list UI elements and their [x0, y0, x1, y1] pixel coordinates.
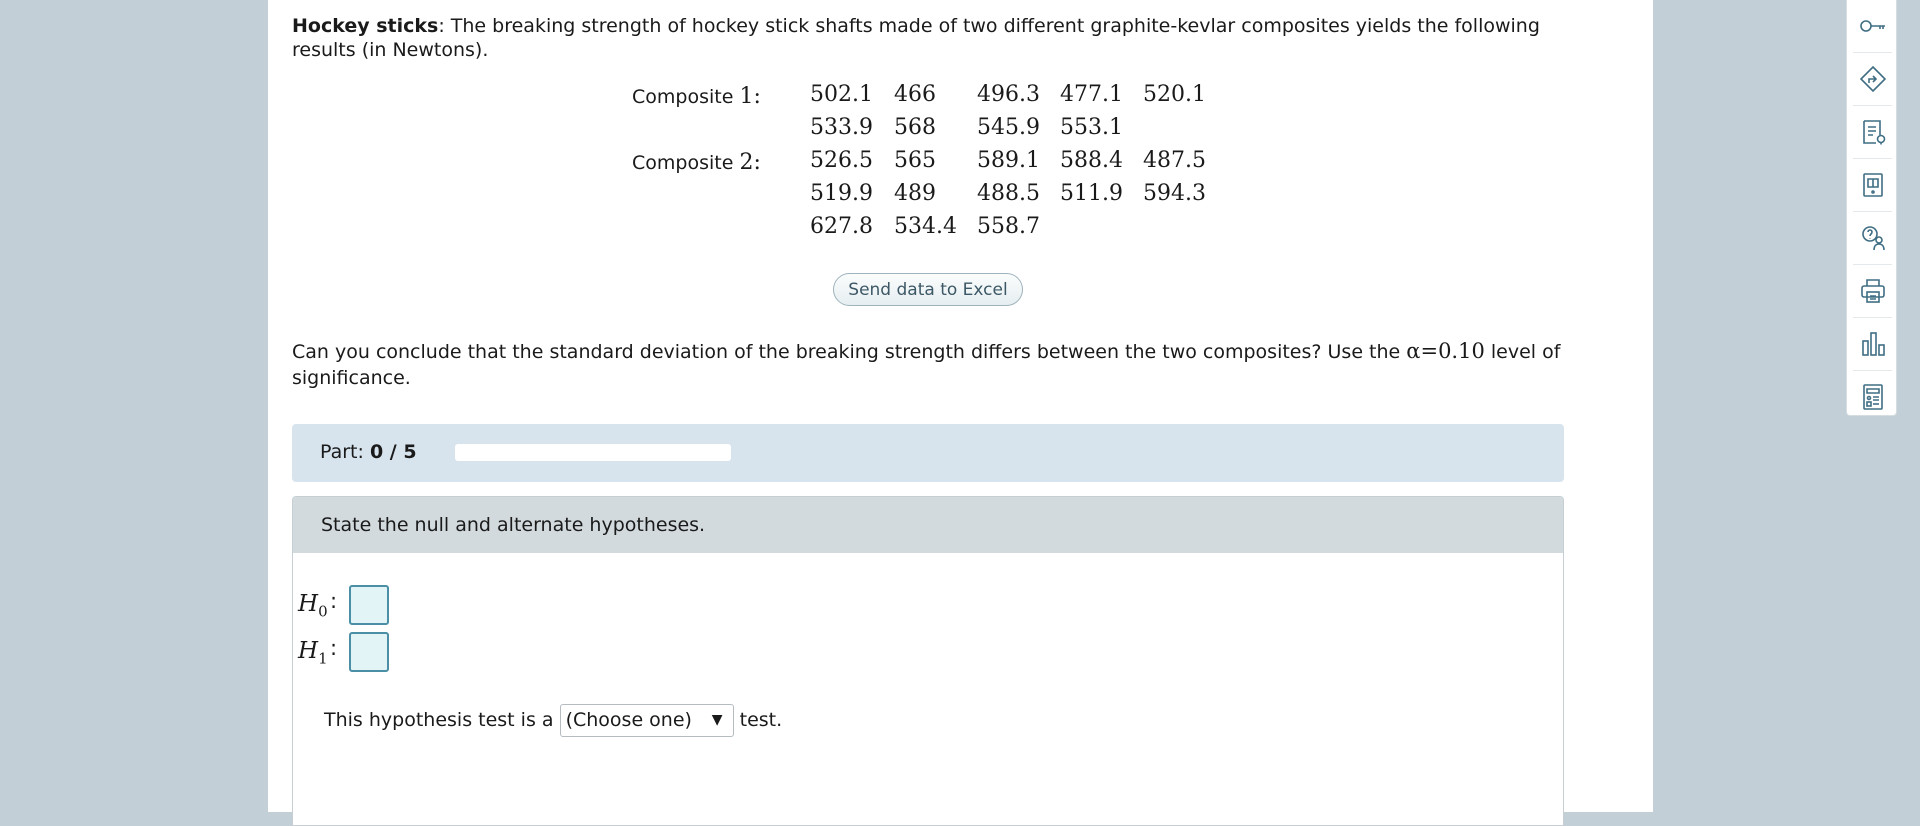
test-type-line: This hypothesis test is a (Choose one) ▼ … [324, 704, 782, 737]
table-cell: 466 [894, 82, 936, 107]
tool-sidebar [1846, 0, 1897, 416]
table-cell: 488.5 [977, 181, 1040, 206]
send-to-excel-button[interactable]: Send data to Excel [833, 273, 1023, 306]
h1-symbol: H1 [298, 638, 328, 668]
table-cell: 627.8 [810, 214, 873, 239]
calculator-icon[interactable] [1853, 371, 1892, 423]
step-panel: State the null and alternate hypotheses. [292, 496, 1564, 826]
table-cell: 477.1 [1060, 82, 1123, 107]
table-cell: 565 [894, 148, 936, 173]
table-cell: 545.9 [977, 115, 1040, 140]
alpha-symbol: α [1406, 339, 1421, 363]
notes-icon[interactable] [1853, 106, 1892, 159]
h0-symbol: H0 [298, 591, 328, 621]
problem-title: Hockey sticks [292, 15, 439, 37]
ebook-icon[interactable] [1853, 159, 1892, 212]
part-label: Part: 0 / 5 [320, 441, 417, 463]
table-cell: 553.1 [1060, 115, 1123, 140]
problem-statement: Hockey sticks: The breaking strength of … [292, 14, 1582, 62]
part-count: 0 / 5 [369, 441, 417, 463]
table-cell: 589.1 [977, 148, 1040, 173]
directions-icon[interactable] [1853, 53, 1892, 106]
key-icon[interactable] [1853, 0, 1892, 53]
test-type-select[interactable]: (Choose one) ▼ [559, 704, 734, 737]
table-cell: 511.9 [1060, 181, 1123, 206]
table-cell: 502.1 [810, 82, 873, 107]
table-cell: 568 [894, 115, 936, 140]
table-cell: 496.3 [977, 82, 1040, 107]
table-cell: 588.4 [1060, 148, 1123, 173]
table-cell: 594.3 [1143, 181, 1206, 206]
alternate-hypothesis-input[interactable] [349, 632, 389, 672]
progress-track [455, 444, 731, 461]
help-person-icon[interactable] [1853, 212, 1892, 265]
step-heading: State the null and alternate hypotheses. [293, 497, 1563, 553]
problem-text: : The breaking strength of hockey stick … [292, 15, 1540, 61]
question-text: Can you conclude that the standard devia… [292, 339, 1561, 389]
table-cell: 487.5 [1143, 148, 1206, 173]
table-cell: 558.7 [977, 214, 1040, 239]
table-cell: 533.9 [810, 115, 873, 140]
table-cell: 520.1 [1143, 82, 1206, 107]
composite1-label: Composite 1: [632, 84, 761, 109]
table-cell: 519.9 [810, 181, 873, 206]
chevron-down-icon: ▼ [711, 712, 723, 728]
composite2-label: Composite 2: [632, 150, 761, 175]
assignment-page: Hockey sticks: The breaking strength of … [268, 0, 1897, 826]
table-cell: 534.4 [894, 214, 957, 239]
printer-icon[interactable] [1853, 265, 1892, 318]
table-cell: 526.5 [810, 148, 873, 173]
part-progress-bar: Part: 0 / 5 [292, 424, 1564, 482]
null-hypothesis-input[interactable] [349, 585, 389, 625]
alpha-value: =0.10 [1420, 339, 1485, 363]
bar-chart-icon[interactable] [1853, 318, 1892, 371]
table-cell: 489 [894, 181, 936, 206]
